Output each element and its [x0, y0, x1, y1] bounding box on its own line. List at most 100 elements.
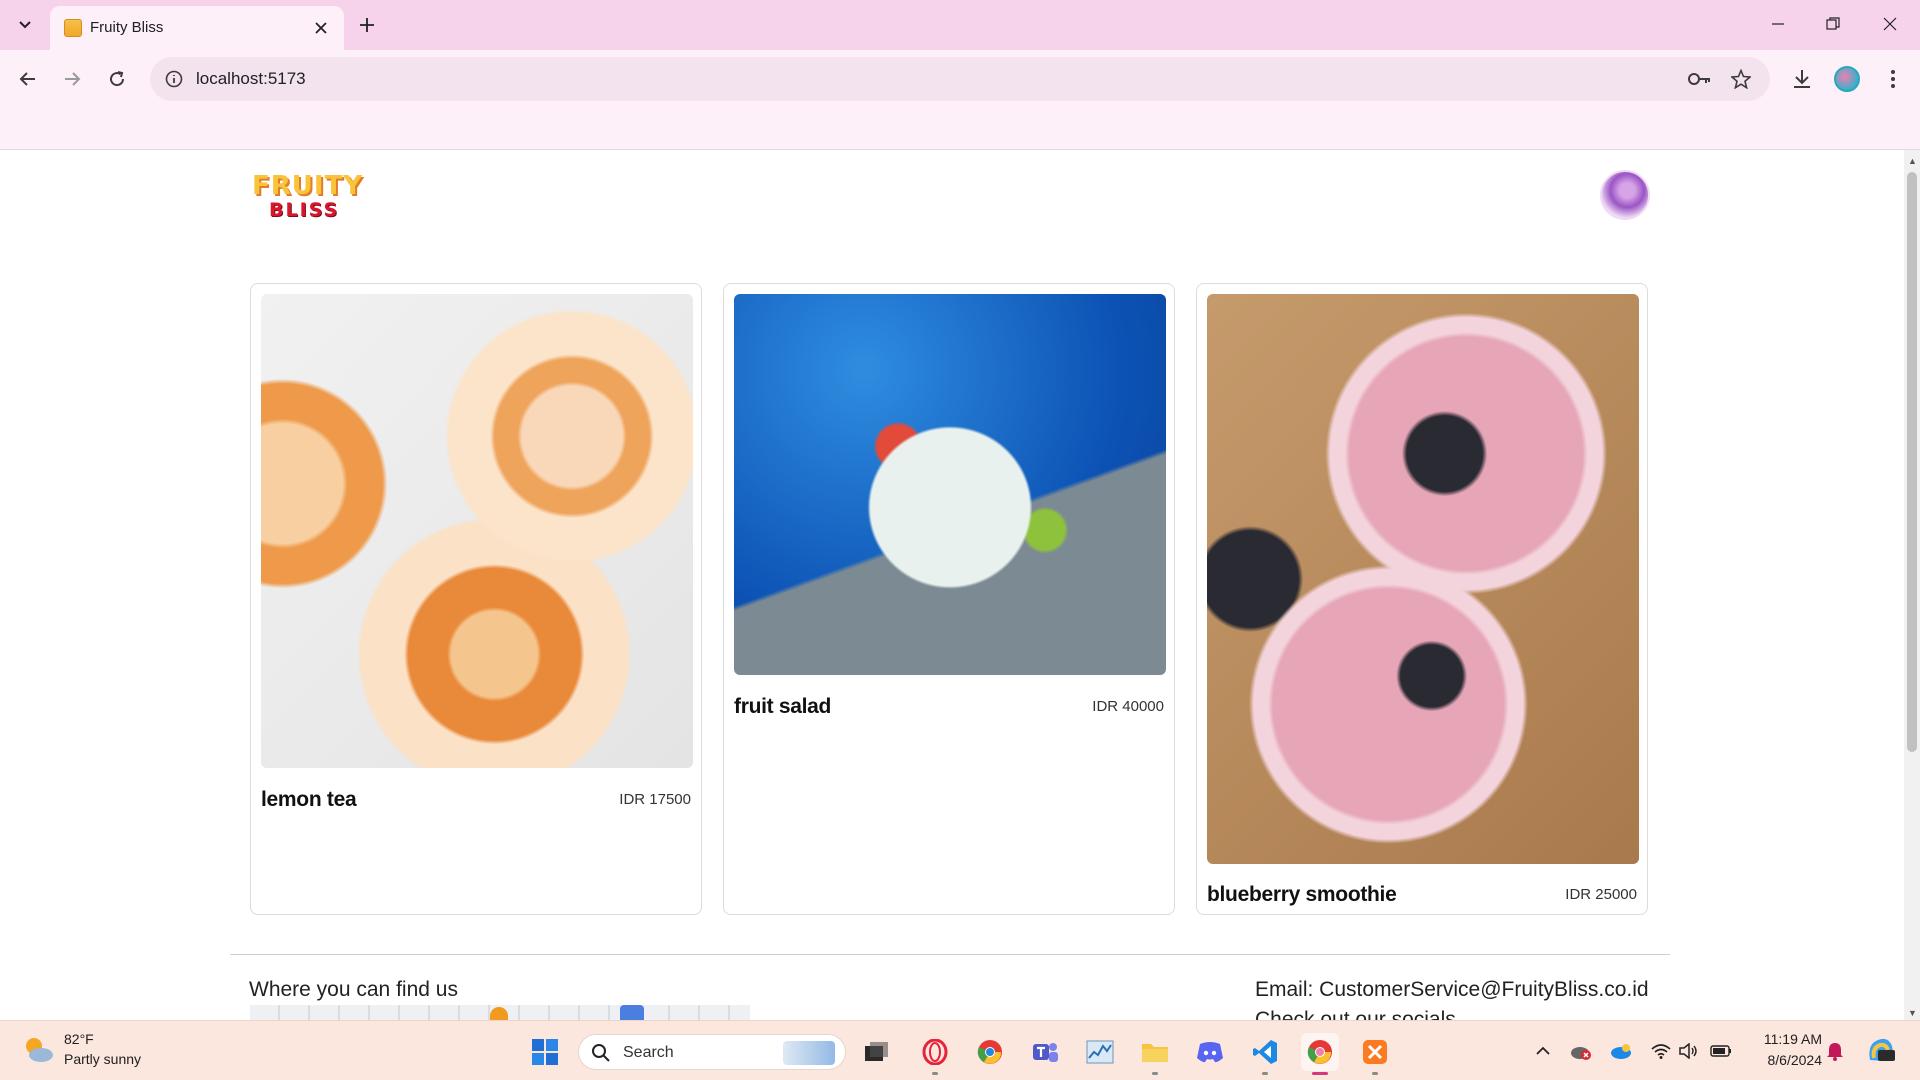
start-button[interactable] [526, 1033, 564, 1071]
tab-title: Fruity Bliss [90, 19, 164, 36]
more-vertical-icon [1891, 70, 1895, 88]
browser-tab[interactable]: Fruity Bliss [50, 6, 344, 50]
taskbar-search[interactable]: Search [578, 1034, 846, 1070]
onedrive-offline-tray[interactable] [1570, 1039, 1592, 1063]
product-image [261, 294, 693, 768]
logo-bottom-text: BLISS [269, 199, 340, 221]
teams-icon [1033, 1043, 1058, 1062]
product-price: IDR 40000 [1092, 698, 1164, 715]
resource-monitor-app[interactable] [1081, 1033, 1119, 1071]
bookmarks-bar [0, 108, 1920, 150]
bookmark-star-icon[interactable] [1727, 66, 1755, 92]
notifications-button[interactable] [1824, 1039, 1846, 1063]
product-price: IDR 17500 [619, 791, 691, 808]
profile-button[interactable] [1829, 61, 1865, 97]
bell-icon [1827, 1043, 1843, 1061]
product-card[interactable]: fruit salad IDR 40000 [723, 283, 1175, 915]
cloud-icon [1611, 1044, 1631, 1059]
search-placeholder: Search [623, 1044, 674, 1061]
scroll-thumb[interactable] [1907, 172, 1917, 752]
speaker-icon [1679, 1043, 1697, 1059]
weather-description[interactable]: Partly sunny [64, 1051, 141, 1067]
product-image [1207, 294, 1639, 864]
tab-close-button[interactable] [310, 17, 332, 39]
browser-tab-bar: Fruity Bliss [0, 0, 1920, 50]
volume-tray[interactable] [1678, 1039, 1700, 1063]
product-name: blueberry smoothie [1207, 883, 1397, 906]
chart-icon [1086, 1040, 1114, 1064]
menu-button[interactable] [1875, 61, 1911, 97]
scroll-up-icon[interactable]: ▲ [1908, 156, 1917, 166]
restore-icon [1826, 17, 1840, 30]
search-icon [592, 1044, 610, 1062]
map-pin-icon [490, 1007, 508, 1020]
page-scrollbar[interactable]: ▲ ▼ [1904, 150, 1920, 1020]
product-name: lemon tea [261, 788, 357, 811]
copilot-icon [1869, 1038, 1895, 1061]
site-info-icon[interactable] [162, 67, 186, 91]
chevron-up-icon [1536, 1046, 1550, 1055]
user-avatar[interactable] [1600, 170, 1650, 220]
new-tab-button[interactable] [352, 10, 382, 40]
page-viewport: FRUITY BLISS lemon tea IDR 17500 fruit s… [0, 150, 1920, 1020]
forward-button[interactable] [54, 61, 90, 97]
downloads-button[interactable] [1784, 61, 1820, 97]
search-highlight-image [783, 1041, 835, 1065]
arrow-right-icon [65, 72, 81, 86]
tab-search-button[interactable] [8, 10, 42, 40]
weather-temperature[interactable]: 82°F [64, 1031, 94, 1047]
chrome-app[interactable] [971, 1033, 1009, 1071]
chrome-active-app[interactable] [1301, 1033, 1339, 1075]
product-name: fruit salad [734, 695, 832, 718]
task-view-button[interactable] [858, 1033, 896, 1071]
wifi-icon [1651, 1044, 1671, 1059]
product-card[interactable]: lemon tea IDR 17500 [250, 283, 702, 915]
clock-time[interactable]: 11:19 AM [1752, 1031, 1822, 1047]
battery-tray[interactable] [1710, 1039, 1732, 1063]
opera-app[interactable] [916, 1033, 954, 1075]
key-icon[interactable] [1686, 66, 1714, 92]
back-button[interactable] [10, 61, 46, 97]
clock-date[interactable]: 8/6/2024 [1752, 1052, 1823, 1068]
xampp-app[interactable] [1356, 1033, 1394, 1075]
restore-button[interactable] [1809, 6, 1857, 42]
minimize-button[interactable] [1754, 6, 1802, 42]
partly-sunny-icon[interactable] [22, 1035, 54, 1065]
site-logo[interactable]: FRUITY BLISS [252, 173, 368, 225]
show-hidden-icons[interactable] [1532, 1039, 1554, 1063]
wifi-tray[interactable] [1650, 1039, 1672, 1063]
file-explorer-app[interactable] [1136, 1033, 1174, 1075]
reload-button[interactable] [99, 61, 135, 97]
profile-avatar [1834, 66, 1860, 92]
favicon-icon [64, 19, 82, 37]
product-image [734, 294, 1166, 675]
address-bar[interactable]: localhost:5173 [150, 57, 1770, 101]
reload-icon [110, 71, 125, 87]
vscode-icon [1253, 1040, 1277, 1064]
windows-icon [532, 1039, 558, 1065]
opera-icon [922, 1039, 948, 1065]
copilot-button[interactable] [1864, 1034, 1898, 1066]
close-window-button[interactable] [1866, 6, 1914, 42]
download-icon [1794, 70, 1810, 88]
chevron-down-icon [19, 21, 31, 29]
footer-divider [230, 954, 1670, 955]
scroll-down-icon[interactable]: ▼ [1908, 1008, 1917, 1018]
url-text: localhost:5173 [196, 69, 306, 88]
discord-icon [1197, 1042, 1223, 1063]
chrome-icon [977, 1040, 1002, 1064]
minimize-icon [1772, 23, 1784, 25]
onedrive-tray[interactable] [1610, 1039, 1632, 1063]
close-icon [315, 22, 327, 34]
teams-app[interactable] [1026, 1033, 1064, 1071]
task-view-icon [865, 1042, 888, 1061]
discord-app[interactable] [1191, 1033, 1229, 1071]
vscode-app[interactable] [1246, 1033, 1284, 1075]
cloud-error-icon [1571, 1047, 1591, 1060]
socials-heading: Check out our socials [1255, 1008, 1456, 1020]
folder-icon [1142, 1044, 1168, 1062]
product-card[interactable]: blueberry smoothie IDR 25000 [1196, 283, 1648, 915]
contact-email[interactable]: Email: CustomerService@FruityBliss.co.id [1255, 978, 1649, 1002]
close-icon [1883, 17, 1897, 31]
browser-toolbar: localhost:5173 [0, 50, 1920, 108]
